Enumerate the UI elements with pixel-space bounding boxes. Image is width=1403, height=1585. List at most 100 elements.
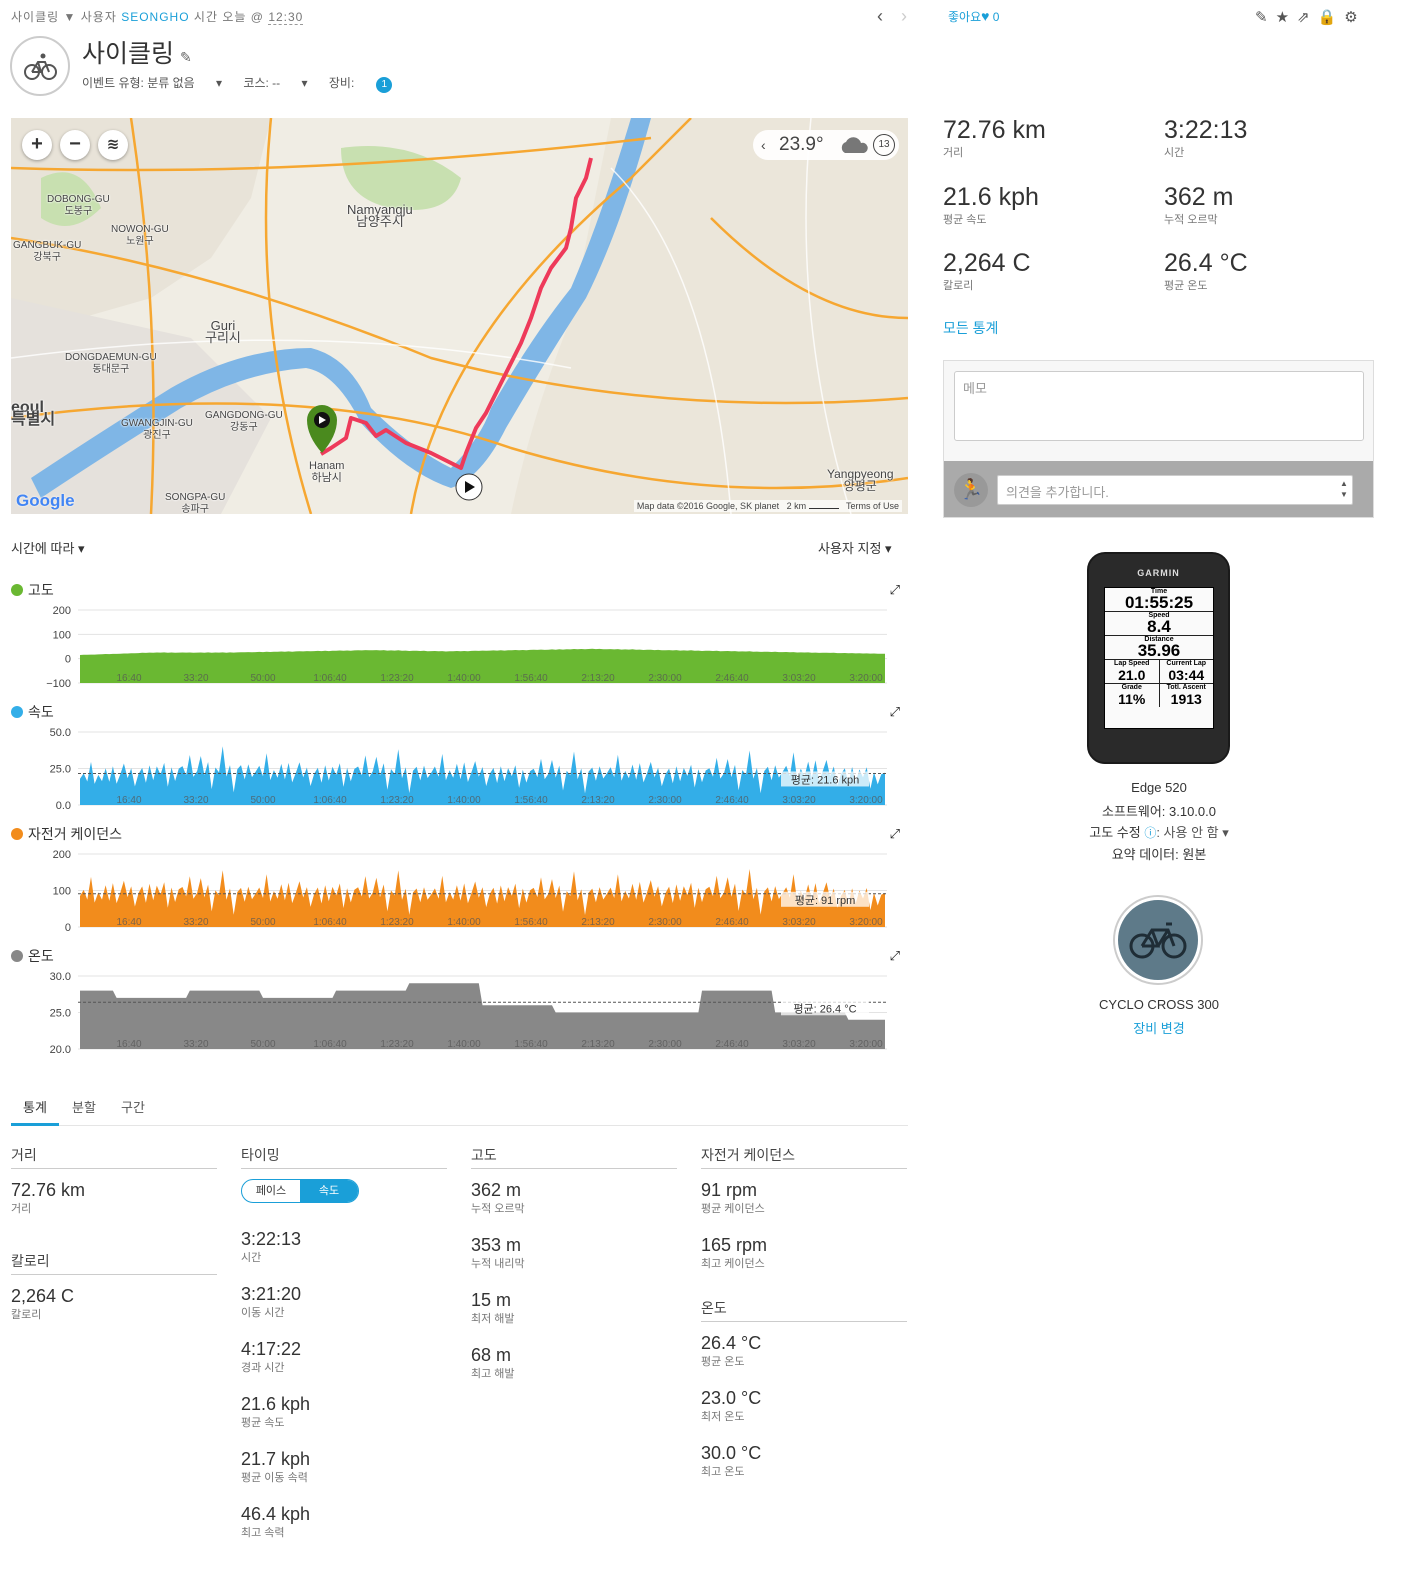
cadence-chart[interactable]: 자전거 케이던스 ⤢ 200 100 0 평균: 91 rpm 16:40 33:20 50… [11,824,900,934]
breadcrumb-by: 사용자 [80,10,117,24]
stat-label: 누적 내리막 [471,1258,525,1270]
all-stats-link[interactable]: 모든 통계 [943,318,998,338]
memo-field[interactable]: 메모 [954,371,1364,441]
next-activity-icon: › [901,6,907,26]
prev-activity-icon[interactable]: ‹ [868,6,892,27]
stat-value: 21.7 kph [241,1449,311,1469]
x-axis-selector[interactable]: 시간에 따라 ▾ [11,538,85,557]
x-tick-label: 16:40 [116,795,141,806]
x-tick-label: 16:40 [116,1039,141,1050]
comment-scroll-icon[interactable]: ▲ ▼ [1340,478,1348,500]
x-tick-label: 3:20:00 [849,673,883,684]
change-gear-link[interactable]: 장비 변경 [1040,1018,1278,1037]
x-tick-label: 16:40 [116,673,141,684]
end-marker-icon[interactable] [455,473,483,501]
tab-segments[interactable]: 구간 [121,1097,145,1116]
breadcrumb-dropdown-icon[interactable]: ▼ [64,10,77,24]
average-label-text: 평균: 26.4 °C [793,1002,856,1015]
share-icon[interactable]: ⇗ [1297,9,1318,26]
change-gear-text[interactable]: 장비 변경 [1133,1021,1184,1036]
activity-toolbar: ✎★⇗🔒⚙ [1255,8,1366,26]
stats-col-timing: 타이밍 페이스 속도 3:22:13 시간 3:21:20 이동 시간 4:17:… [241,1145,447,1558]
stats-col-cadence: 자전거 케이던스 91 rpm 평균 케이던스 165 rpm 최고 케이던스 … [701,1145,907,1497]
gear-icon[interactable]: ⚙ [1344,9,1365,26]
elev-corr-label: 고도 수정 [1089,825,1141,840]
x-tick-label: 50:00 [250,1039,275,1050]
map-label-gwangjin: GWANGJIN-GU 광진구 [121,418,193,441]
elevation-chart[interactable]: 고도 ⤢ 200 100 0 −100 16:40 33:20 50:00 1:06:40 1:… [11,580,900,690]
comment-input[interactable]: 의견을 추가합니다. [997,475,1353,505]
edit-icon[interactable]: ✎ [1255,9,1276,26]
x-tick-label: 2:30:00 [648,917,682,928]
stat-value: 30.0 °C [701,1443,762,1463]
x-tick-label: 2:46:40 [715,917,749,928]
active-tab-indicator [11,1123,59,1126]
lock-icon[interactable]: 🔒 [1318,9,1345,26]
x-tick-label: 3:20:00 [849,1039,883,1050]
route-map[interactable]: Namyangju 남양주시 Guri 구리시 DOBONG-GU 도봉구 NOWON… [11,118,908,514]
map-terms-link[interactable]: Terms of Use [846,501,899,511]
comment-bar: 🏃 의견을 추가합니다. ▲ ▼ [944,461,1373,517]
x-tick-label: 50:00 [250,673,275,684]
map-label-songpa: SONGPA-GU 송파구 [165,492,226,514]
breadcrumb-time[interactable]: 12:30 [268,10,304,25]
chevron-down-icon[interactable]: ▾ [1219,825,1229,840]
gear-avatar [1115,897,1201,983]
stat-label: 칼로리 [11,1309,42,1321]
map-label-seoul: eoul 특별시 [11,399,56,428]
map-label-dongdaemun: DONGDAEMUN-GU 동대문구 [65,352,157,375]
temperature-plot: 30.0 25.0 20.0 평균: 26.4 °C 16:40 33:20 50:00 1:… [50,971,887,1056]
stat-value: 21.6 kph [241,1394,311,1414]
toggle-pace[interactable]: 페이스 [242,1180,300,1202]
x-tick-label: 3:03:20 [782,1039,816,1050]
map-label-guri: Guri 구리시 [205,318,241,345]
weather-widget[interactable]: ‹ 23.9° 13 [753,130,899,160]
y-tick-label: 25.0 [50,764,71,776]
summary-data-source: 요약 데이터: 원본 [1111,847,1207,862]
help-icon[interactable]: ⓘ [1144,826,1156,840]
map-canvas [11,118,908,514]
zoom-in-button[interactable]: + [22,130,52,160]
breadcrumb-user-link[interactable]: SEONGHO [121,10,189,24]
x-tick-label: 50:00 [250,795,275,806]
summary-stat: 72.76 km 거리 [943,116,1143,160]
notes-panel: 메모 🏃 의견을 추가합니다. ▲ ▼ [943,360,1374,518]
stat-value: 3:21:20 [241,1284,302,1304]
map-label-dobong: DOBONG-GU 도봉구 [47,194,110,217]
device-screen: Time 01:55:25 Speed 8.4 Distance 35.96 Lap … [1104,587,1214,729]
x-tick-label: 1:23:20 [380,917,414,928]
tab-splits[interactable]: 분할 [72,1097,96,1116]
y-tick-label: 50.0 [50,727,71,739]
custom-selector[interactable]: 사용자 지정 ▾ [818,538,892,557]
gear-info[interactable]: 장비: 1 [329,76,410,93]
activity-title[interactable]: 사이클링 ✎ [82,34,192,70]
elev-corr-value: : 사용 안 함 [1156,825,1219,840]
tab-stats[interactable]: 통계 [23,1097,47,1116]
stats-header-calories: 칼로리 [11,1251,217,1275]
toggle-speed[interactable]: 속도 [300,1180,358,1202]
breadcrumb-activity-type[interactable]: 사이클링 [11,10,59,24]
stat-label: 평균 케이던스 [701,1203,765,1215]
summary-stat: 2,264 C 칼로리 [943,249,1143,293]
elevation-correction[interactable]: 고도 수정 ⓘ: 사용 안 함 ▾ [1040,822,1278,841]
summary-label: 평균 온도 [1164,280,1208,292]
y-tick-label: 0 [65,654,71,666]
summary-value: 72.76 km [943,116,1046,144]
edit-title-icon[interactable]: ✎ [180,49,192,65]
temperature-chart[interactable]: 온도 ⤢ 30.0 25.0 20.0 평균: 26.4 °C 16:40 33:20 50… [11,946,900,1056]
layers-button[interactable]: ≋ [98,130,128,160]
device-field-time: Time 01:55:25 [1105,588,1213,612]
star-icon[interactable]: ★ [1276,9,1297,26]
activity-type-avatar [10,36,70,96]
like-button[interactable]: 좋아요♥ 0 [948,8,999,25]
speed-chart[interactable]: 속도 ⤢ 50.0 25.0 0.0 평균: 21.6 kph 16:40 33:20 50… [11,702,900,812]
x-tick-label: 3:20:00 [849,917,883,928]
activity-meta: 이벤트 유형: 분류 없음 ▾ 코스: -- ▾ 장비: 1 [82,74,428,93]
average-label: 평균: 21.6 kph [781,771,869,787]
event-type-dropdown[interactable]: 이벤트 유형: 분류 없음 ▾ [82,76,222,90]
weather-prev-icon[interactable]: ‹ [761,130,766,160]
zoom-out-button[interactable]: − [60,130,90,160]
stat-label: 평균 속도 [241,1417,285,1429]
course-dropdown[interactable]: 코스: -- ▾ [243,76,307,90]
weather-temperature: 23.9° [779,134,824,155]
